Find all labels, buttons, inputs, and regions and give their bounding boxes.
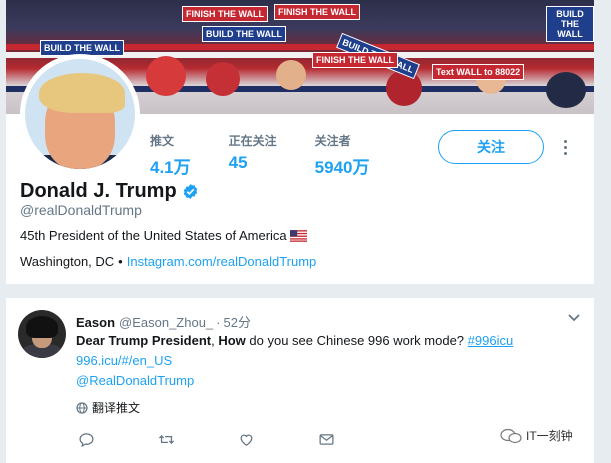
stat-following[interactable]: 正在关注 45 xyxy=(229,132,277,178)
reply-icon xyxy=(79,432,94,447)
stat-value: 5940万 xyxy=(314,158,370,177)
translate-tweet[interactable]: 翻译推文 xyxy=(76,399,140,416)
tweet-dot: · xyxy=(216,315,221,330)
more-options-icon[interactable] xyxy=(562,140,568,156)
profile-location: Washington, DC xyxy=(20,254,115,269)
tweet-author-name[interactable]: Eason xyxy=(76,315,115,330)
tweet-url-link[interactable]: 996.icu/#/en_US xyxy=(76,353,172,368)
banner-sign: FINISH THE WALL xyxy=(182,6,268,22)
globe-icon xyxy=(76,401,88,414)
tweet-avatar[interactable] xyxy=(18,310,66,358)
stat-followers[interactable]: 关注者 5940万 xyxy=(315,132,370,178)
meta-separator: • xyxy=(118,254,123,269)
tweet-line-1: Dear Trump President, How do you see Chi… xyxy=(76,331,576,351)
tweet-bold-text: How xyxy=(218,333,246,348)
stat-label: 关注者 xyxy=(314,134,351,148)
bio-text: 45th President of the United States of A… xyxy=(20,228,287,243)
tweet-text: Dear Trump President, How do you see Chi… xyxy=(76,331,576,391)
tweet-actions xyxy=(78,430,398,448)
banner-sign: FINISH THE WALL xyxy=(274,4,360,20)
chevron-down-icon[interactable] xyxy=(568,314,580,322)
stat-label: 正在关注 xyxy=(228,134,277,148)
tweet-hashtag-link[interactable]: #996icu xyxy=(468,333,514,348)
tweet-header: Eason @Eason_Zhou_ · 52分 xyxy=(76,312,251,331)
profile-stats: 推文 4.1万 正在关注 45 关注者 5940万 xyxy=(150,132,407,178)
profile-avatar[interactable] xyxy=(20,54,140,174)
retweet-icon xyxy=(158,434,175,444)
tweet-author-handle[interactable]: @Eason_Zhou_ xyxy=(119,315,213,330)
banner-sign: BUILD THE WALL xyxy=(202,26,286,42)
tweet-plain-text: do you see Chinese 996 work mode? xyxy=(245,333,468,348)
stat-value: 4.1万 xyxy=(150,158,191,177)
envelope-icon xyxy=(319,433,334,445)
profile-meta: Washington, DC • Instagram.com/realDonaldT… xyxy=(20,254,316,269)
banner-sign: FINISH THE WALL xyxy=(312,52,398,68)
profile-name-row: Donald J. Trump xyxy=(20,180,199,203)
us-flag-icon xyxy=(289,229,307,242)
banner-sign: BUILD THE WALL xyxy=(546,6,594,42)
banner-sign: Text WALL to 88022 xyxy=(432,64,525,80)
heart-icon xyxy=(240,434,253,446)
tweet-mention-link[interactable]: @RealDonaldTrump xyxy=(76,373,194,388)
profile-card: BUILD THE WALL BUILD THE WALL FINISH THE… xyxy=(6,0,594,284)
stat-label: 推文 xyxy=(150,134,175,148)
message-button[interactable] xyxy=(318,430,398,448)
watermark: IT一刻钟 xyxy=(500,427,573,444)
profile-website-link[interactable]: Instagram.com/realDonaldTrump xyxy=(127,254,317,269)
translate-label: 翻译推文 xyxy=(92,401,141,415)
tweet-timestamp[interactable]: 52分 xyxy=(224,312,251,331)
reply-button[interactable] xyxy=(78,430,158,448)
profile-name[interactable]: Donald J. Trump xyxy=(20,180,177,203)
follow-button[interactable]: 关注 xyxy=(438,130,544,164)
verified-badge-icon xyxy=(183,184,197,199)
profile-bio: 45th President of the United States of A… xyxy=(20,228,307,243)
retweet-button[interactable] xyxy=(158,430,238,448)
profile-handle: @realDonaldTrump xyxy=(20,202,142,218)
tweet-bold-text: Dear Trump President xyxy=(76,333,212,348)
like-button[interactable] xyxy=(238,430,318,448)
watermark-text: IT一刻钟 xyxy=(526,429,573,443)
wechat-icon xyxy=(500,428,522,443)
stat-tweets[interactable]: 推文 4.1万 xyxy=(150,132,191,178)
stat-value: 45 xyxy=(228,153,248,172)
